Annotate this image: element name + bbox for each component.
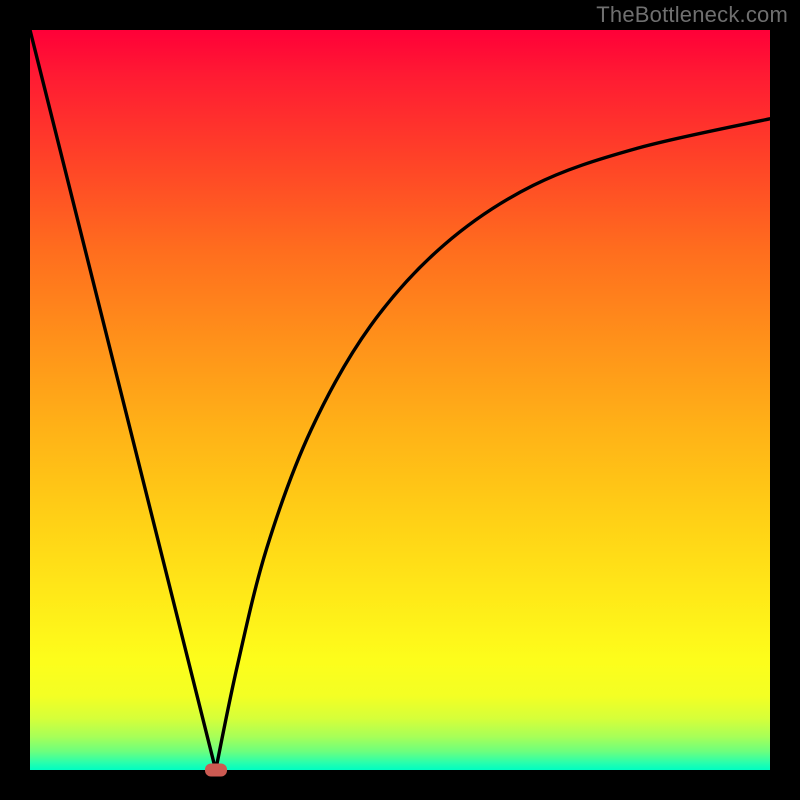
watermark-text: TheBottleneck.com	[596, 2, 788, 28]
plot-area	[30, 30, 770, 770]
curve-layer	[30, 30, 770, 770]
chart-frame: TheBottleneck.com	[0, 0, 800, 800]
bottleneck-curve	[30, 30, 770, 770]
optimal-point-marker	[205, 764, 227, 777]
